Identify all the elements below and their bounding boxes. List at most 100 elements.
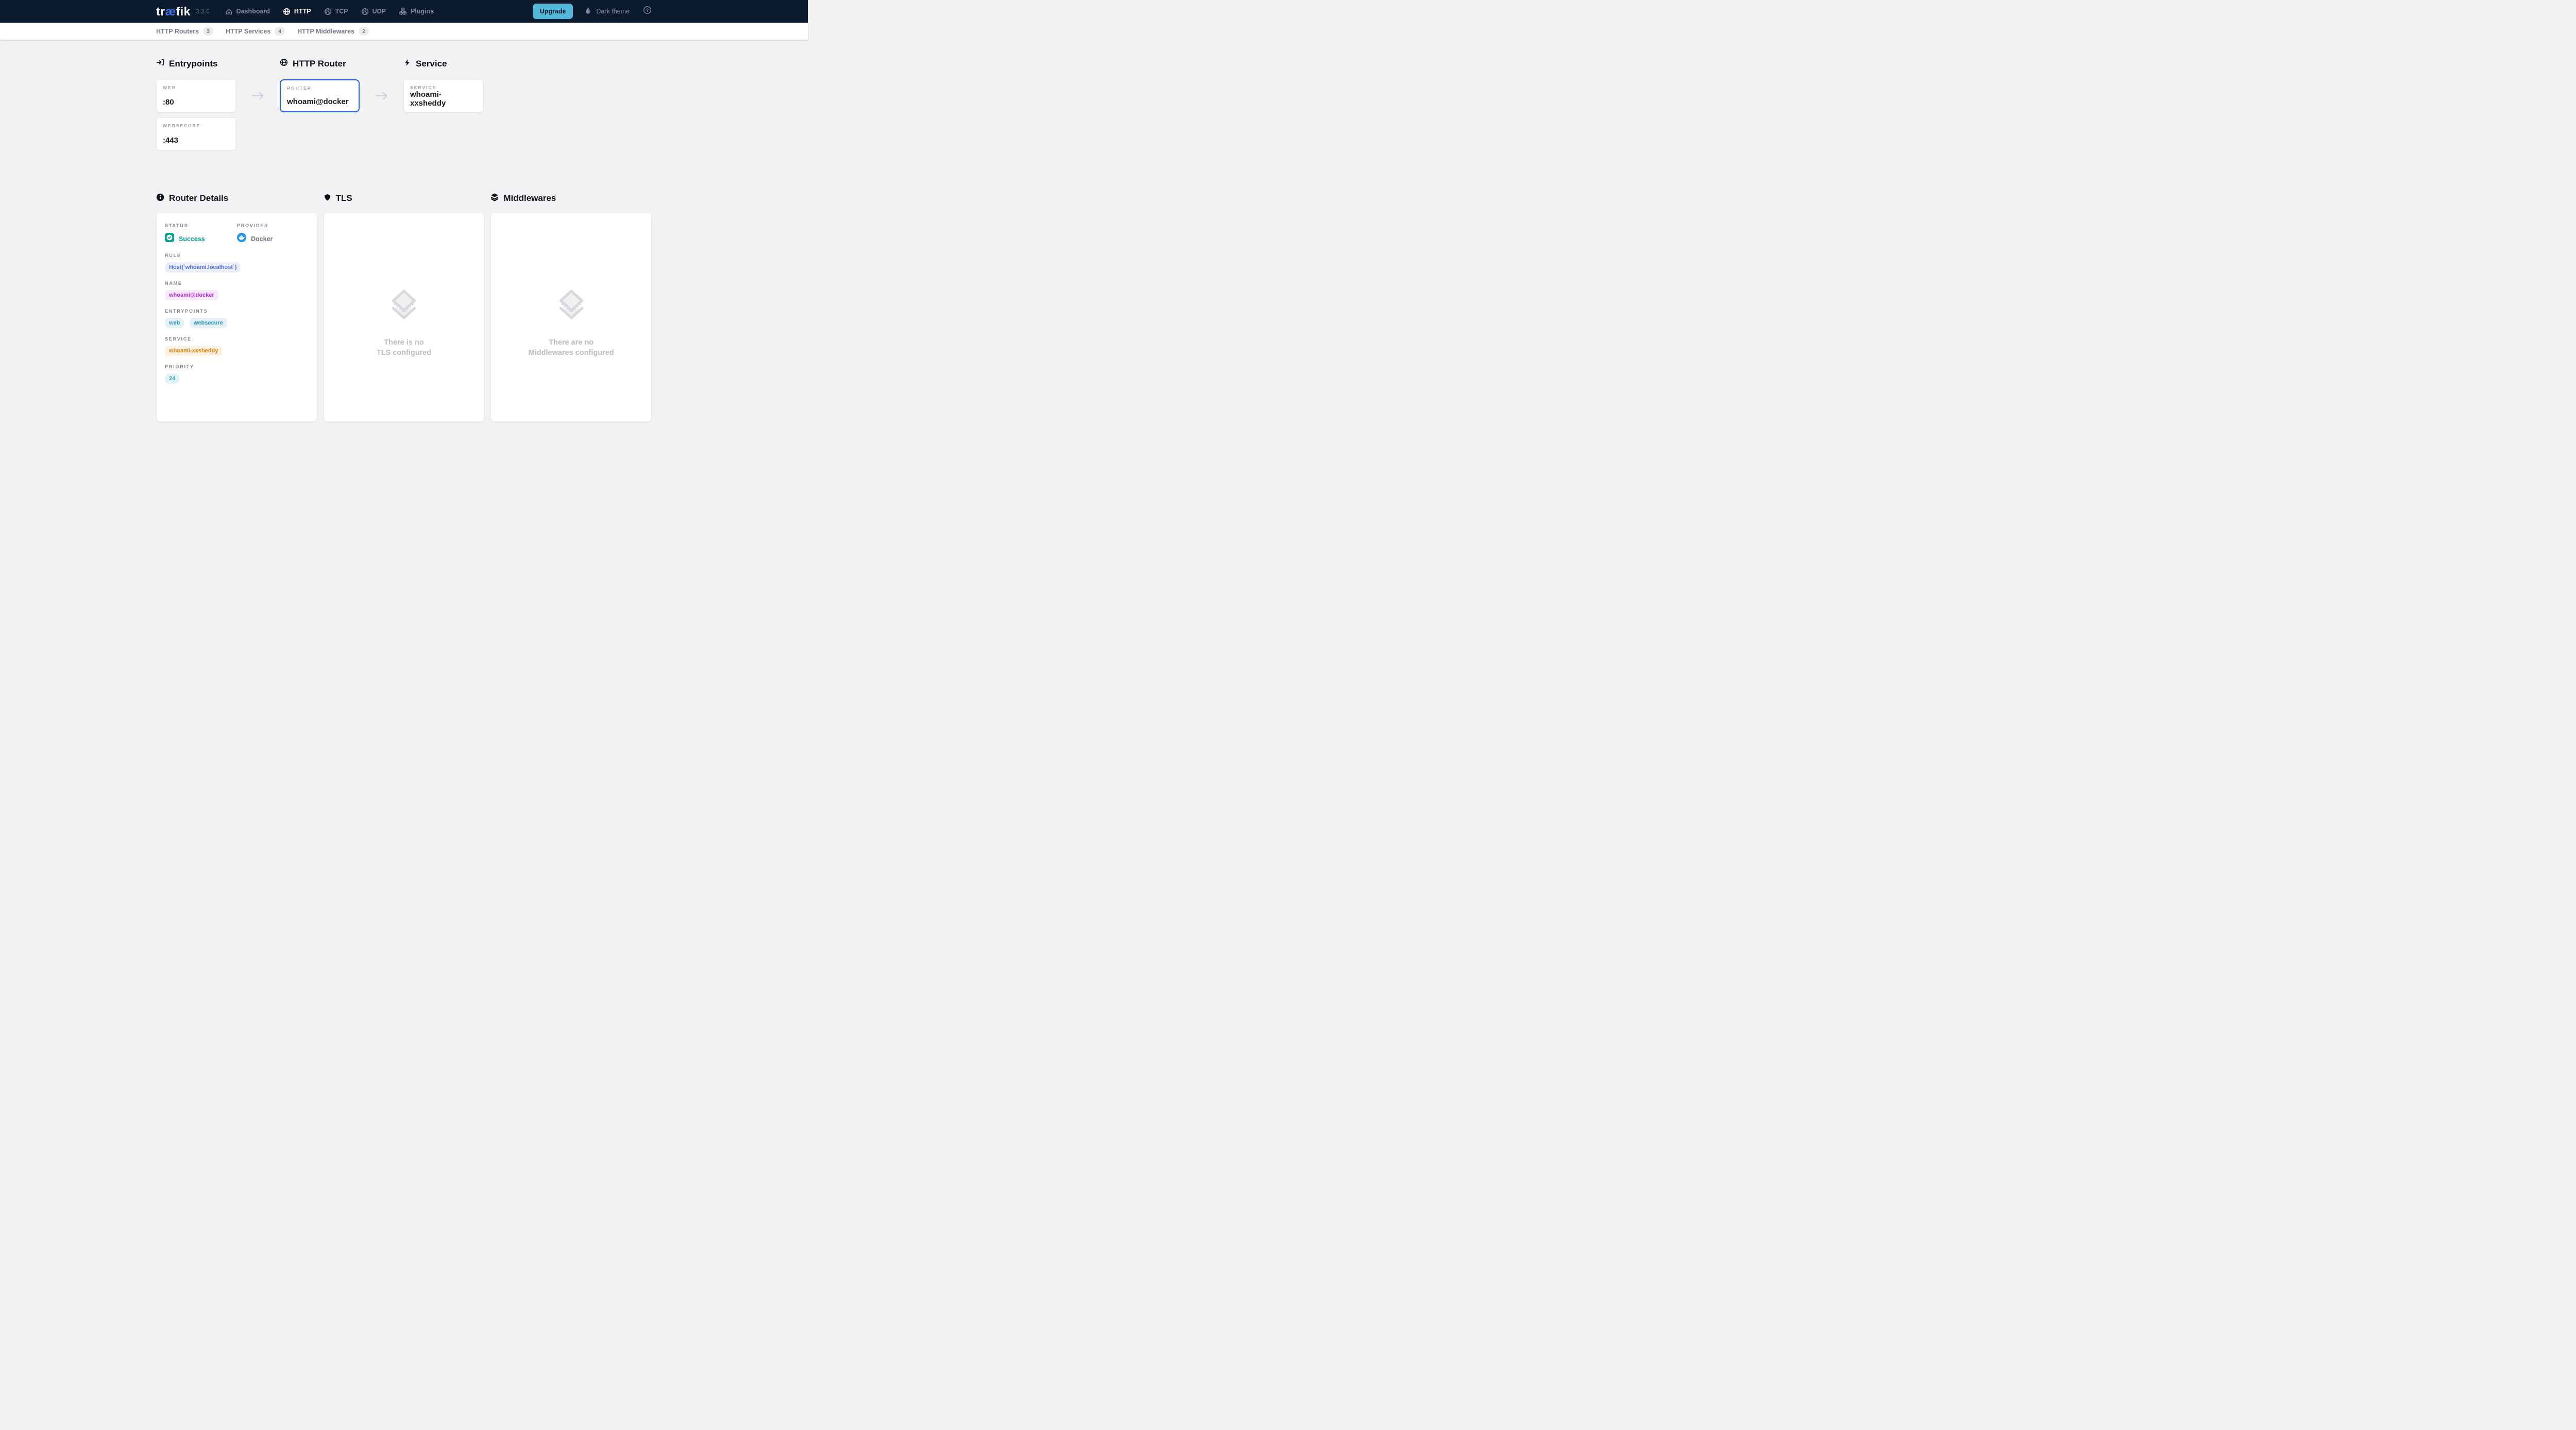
field-label: STATUS [165, 223, 237, 228]
middlewares-empty-text: There are no Middlewares configured [529, 338, 614, 358]
traefik-logo[interactable]: træfik [156, 5, 191, 19]
nav-item-label: Plugins [411, 8, 434, 15]
globe-icon [283, 8, 291, 15]
subnav: HTTP Routers 3 HTTP Services 4 HTTP Midd… [0, 23, 808, 40]
router-details-panel: STATUS Success PROVIDER [156, 212, 317, 422]
nav-item-tcp[interactable]: TCP [324, 8, 348, 15]
entrypoints-header: Entrypoints [156, 58, 236, 69]
pipeline-headers: Entrypoints HTTP Router Service [156, 58, 652, 69]
section-title: Router Details [169, 193, 228, 203]
card-value: :443 [163, 136, 229, 145]
provider-field: PROVIDER Docker [237, 223, 309, 245]
svg-text:?: ? [646, 8, 649, 13]
help-icon: ? [643, 6, 652, 17]
priority-badge: 24 [165, 373, 179, 384]
nav-item-dashboard[interactable]: Dashboard [225, 8, 270, 15]
empty-text-line: There is no [377, 338, 431, 348]
card-label: WEB [163, 85, 229, 90]
login-icon [156, 58, 164, 69]
layers-empty-icon [555, 289, 587, 325]
card-label: SERVICE [410, 85, 477, 90]
docker-icon [237, 233, 246, 245]
layers-icon [490, 193, 499, 204]
entrypoint-badge: websecure [190, 318, 227, 328]
entrypoints-field: ENTRYPOINTS web websecure [165, 309, 309, 328]
tab-count-badge: 3 [203, 27, 213, 36]
tab-label: HTTP Middlewares [297, 28, 354, 35]
tab-http-services[interactable]: HTTP Services 4 [226, 27, 285, 36]
empty-text-line: TLS configured [377, 348, 431, 359]
tab-label: HTTP Services [226, 28, 270, 35]
arrow-right-icon [360, 79, 403, 112]
help-button[interactable]: ? [643, 6, 652, 17]
service-header: Service [403, 58, 483, 69]
theme-toggle-label: Dark theme [596, 8, 630, 15]
tls-header: TLS [324, 193, 485, 204]
provider-value: Docker [251, 235, 273, 243]
empty-text-line: There are no [529, 338, 614, 348]
status-value: Success [179, 235, 205, 243]
field-label: PRIORITY [165, 364, 309, 369]
entrypoint-badge: web [165, 318, 184, 328]
nav-item-udp[interactable]: UDP [361, 8, 386, 15]
main-content: Entrypoints HTTP Router Service WEB [0, 40, 808, 445]
dark-theme-toggle[interactable]: Dark theme [584, 7, 630, 16]
home-icon [225, 8, 233, 15]
shield-icon [324, 193, 331, 204]
router-card[interactable]: ROUTER whoami@docker [280, 79, 360, 112]
section-title: Entrypoints [169, 59, 217, 69]
card-label: ROUTER [287, 86, 352, 91]
entrypoint-card-websecure[interactable]: WEBSECURE :443 [156, 117, 236, 150]
name-badge: whoami@docker [165, 290, 218, 300]
priority-field: PRIORITY 24 [165, 364, 309, 384]
field-label: NAME [165, 281, 309, 286]
info-icon [156, 193, 164, 204]
rule-field: RULE Host(`whoami.localhost`) [165, 253, 309, 273]
tab-http-routers[interactable]: HTTP Routers 3 [156, 27, 213, 36]
service-field: SERVICE whoami-xxsheddy [165, 336, 309, 356]
nav-item-label: Dashboard [236, 8, 270, 15]
tab-count-badge: 2 [359, 27, 369, 36]
status-field: STATUS Success [165, 223, 237, 245]
field-label: PROVIDER [237, 223, 309, 228]
card-value: whoami@docker [287, 97, 352, 106]
pipeline-cards: WEB :80 WEBSECURE :443 ROUTER whoami@doc… [156, 79, 652, 150]
section-title: HTTP Router [293, 59, 346, 69]
upgrade-button[interactable]: Upgrade [533, 4, 573, 19]
globe-icon [280, 58, 288, 69]
nav-item-label: HTTP [294, 8, 311, 15]
logo-part: fik [176, 5, 191, 18]
section-title: Middlewares [503, 193, 556, 203]
middlewares-header: Middlewares [490, 193, 652, 204]
name-field: NAME whoami@docker [165, 281, 309, 300]
tab-http-middlewares[interactable]: HTTP Middlewares 2 [297, 27, 369, 36]
nav-item-label: UDP [372, 8, 386, 15]
middlewares-panel: There are no Middlewares configured [490, 212, 652, 422]
card-label: WEBSECURE [163, 123, 229, 128]
check-icon [165, 233, 174, 245]
http-router-header: HTTP Router [280, 58, 360, 69]
router-details-header: Router Details [156, 193, 317, 204]
card-value: whoami-xxsheddy [410, 90, 477, 108]
card-value: :80 [163, 98, 229, 107]
layers-empty-icon [388, 289, 420, 325]
nav-item-plugins[interactable]: Plugins [399, 7, 434, 15]
bolt-icon [403, 59, 411, 69]
tab-label: HTTP Routers [156, 28, 199, 35]
logo-part: tr [156, 5, 165, 18]
tls-panel: There is no TLS configured [324, 212, 485, 422]
nav-item-http[interactable]: HTTP [283, 8, 311, 15]
logo-part: æ [165, 5, 176, 18]
top-navbar: træfik 3.3.6 Dashboard HTTP TCP UDP [0, 0, 808, 23]
service-card[interactable]: SERVICE whoami-xxsheddy [403, 79, 483, 112]
tab-count-badge: 4 [275, 27, 285, 36]
entrypoint-card-web[interactable]: WEB :80 [156, 79, 236, 112]
section-title: TLS [336, 193, 352, 203]
cubes-icon [399, 7, 407, 15]
field-label: ENTRYPOINTS [165, 309, 309, 314]
arrow-right-icon [236, 79, 280, 112]
tls-empty-text: There is no TLS configured [377, 338, 431, 358]
rule-badge: Host(`whoami.localhost`) [165, 262, 241, 273]
version-label: 3.3.6 [196, 8, 210, 15]
proxy-icon [361, 8, 369, 15]
